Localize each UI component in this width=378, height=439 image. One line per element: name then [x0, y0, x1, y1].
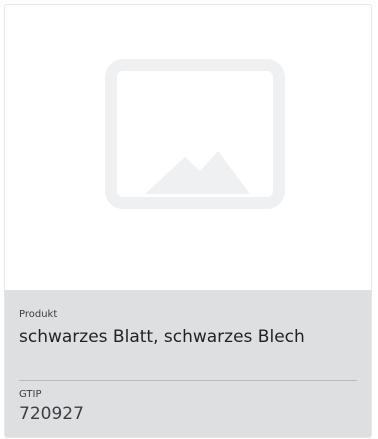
product-label: Produkt	[19, 309, 58, 320]
divider	[19, 380, 357, 381]
product-image-area	[5, 5, 371, 290]
product-card[interactable]: Produkt schwarzes Blatt, schwarzes Blech…	[4, 4, 372, 438]
product-name: schwarzes Blatt, schwarzes Blech	[19, 327, 305, 347]
gtip-label: GTIP	[19, 389, 42, 400]
gtip-code: 720927	[19, 404, 84, 424]
image-placeholder-icon	[105, 59, 285, 209]
product-info-panel: Produkt schwarzes Blatt, schwarzes Blech…	[5, 290, 371, 437]
